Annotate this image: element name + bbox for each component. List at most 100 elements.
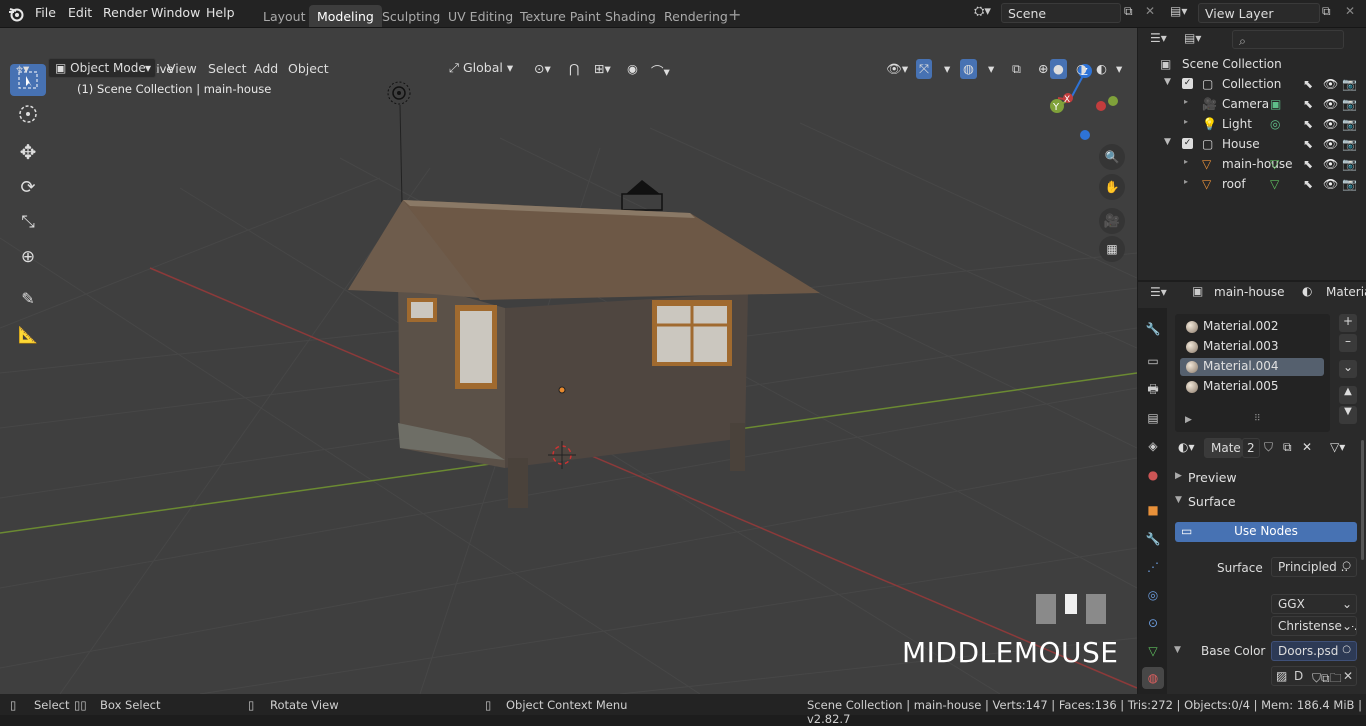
remove-material-slot-button[interactable]: – [1339,334,1357,352]
render-camera-icon[interactable]: 📷 [1342,177,1357,191]
add-workspace-icon[interactable]: + [728,5,741,24]
object-visibility-icon[interactable]: 👁▾ [880,59,914,79]
mesh-data-icon[interactable]: ▽ [1270,177,1279,191]
overlays-toggle-icon[interactable]: ◍ [960,59,977,79]
light-data-icon[interactable]: ◎ [1270,117,1280,131]
falloff-icon[interactable]: ⌒▾ [645,59,676,79]
visibility-eye-icon[interactable]: 👁 [1323,97,1338,111]
delete-scene-icon[interactable]: ✕ [1145,4,1155,18]
visibility-eye-icon[interactable]: 👁 [1323,137,1338,151]
menu-view[interactable]: View [161,59,203,79]
light-object-icon[interactable] [387,81,411,204]
material-slot-item[interactable]: Material.004 [1180,358,1324,376]
house-model[interactable] [348,200,820,508]
outliner-row-main-house[interactable]: ▸ ▽ main-house ▽ ⬉ 👁 📷 [1138,154,1366,174]
tab-modeling[interactable]: Modeling [309,5,382,27]
visibility-eye-icon[interactable]: 👁 [1323,117,1338,131]
camera-data-icon[interactable]: ▣ [1270,97,1281,111]
blender-logo-icon[interactable] [8,6,24,22]
view-layer-browse-icon[interactable]: ▤▾ [1170,4,1187,18]
outliner-row-collection[interactable]: ▼ ✓ ▢ Collection ⬉ 👁 📷 [1138,74,1366,94]
visibility-eye-icon[interactable]: 👁 [1323,177,1338,191]
expand-arrow-icon[interactable]: ▼ [1164,77,1171,87]
unlink-image-icon[interactable]: ✕ [1343,669,1353,683]
menu-edit[interactable]: Edit [68,5,92,20]
visibility-eye-icon[interactable]: 👁 [1323,157,1338,171]
object-tab-icon[interactable]: ■ [1142,499,1164,521]
editor-type-icon[interactable]: ⌖▾ [10,59,35,79]
tab-texture-paint[interactable]: Texture Paint [512,5,609,27]
outliner-scene-collection[interactable]: ▣ Scene Collection [1138,54,1366,74]
scene-tab-icon[interactable]: ◈ [1142,435,1164,457]
surface-panel-header[interactable]: ▼ Surface [1170,491,1360,513]
scene-name-field[interactable]: Scene [1001,3,1121,23]
view-layer-tab-icon[interactable]: ▤ [1142,407,1164,429]
gizmo-toggle-icon[interactable]: ⤧ [916,59,933,79]
tool-tab-icon[interactable]: 🔧 [1142,318,1164,340]
select-toggle-icon[interactable]: ⬉ [1303,97,1313,111]
display-mode-icon[interactable]: ▤▾ [1184,31,1201,45]
render-camera-icon[interactable]: 📷 [1342,157,1357,171]
select-toggle-icon[interactable]: ⬉ [1303,157,1313,171]
particles-tab-icon[interactable]: ⋰ [1142,556,1164,578]
outliner-row-light[interactable]: ▸ 💡 Light ◎ ⬉ 👁 📷 [1138,114,1366,134]
expand-arrow-icon[interactable]: ▸ [1184,157,1188,166]
delete-view-layer-icon[interactable]: ✕ [1345,4,1355,18]
measure-tool[interactable]: 📐 [10,318,46,350]
transform-orientation-select[interactable]: ⤢ Global ▾ [443,58,523,78]
outliner-editor-type-icon[interactable]: ☰▾ [1150,31,1167,45]
tab-sculpting[interactable]: Sculpting [374,5,448,27]
duplicate-material-icon[interactable]: ⧉ [1283,440,1292,455]
list-expand-icon[interactable]: ▶ [1185,415,1192,425]
select-toggle-icon[interactable]: ⬉ [1303,177,1313,191]
transform-tool[interactable]: ⊕ [10,241,46,273]
tab-shading[interactable]: Shading [597,5,664,27]
material-slot-item[interactable]: Material.005 [1180,378,1324,396]
use-nodes-button[interactable]: ▭ Use Nodes [1175,522,1357,542]
expand-arrow-icon[interactable]: ▸ [1184,177,1188,186]
new-view-layer-icon[interactable]: ⧉ [1322,4,1331,19]
zoom-view-button[interactable]: 🔍 [1099,144,1125,170]
distribution-select[interactable]: GGX ⌄ [1271,594,1357,614]
subsurface-method-select[interactable]: Christensen-... ⌄ [1271,616,1357,636]
menu-add[interactable]: Add [248,59,284,79]
list-resize-handle-icon[interactable]: ⠿ [1254,414,1261,424]
3d-viewport[interactable]: User Perspective (1) Scene Collection | … [0,28,1137,694]
base-color-expand-icon[interactable]: ▼ [1174,645,1181,655]
pivot-point-icon[interactable]: ⊙▾ [528,59,557,79]
menu-window[interactable]: Window [151,5,200,20]
move-tool[interactable]: ✥ [10,136,46,168]
gizmo-dropdown-icon[interactable]: ▾ [938,59,956,79]
surface-shader-select[interactable]: Principled .. ○ [1271,557,1357,577]
constraints-tab-icon[interactable]: ⊙ [1142,612,1164,634]
tab-uv-editing[interactable]: UV Editing [440,5,521,27]
annotate-tool[interactable]: ✎ [10,282,46,314]
render-camera-icon[interactable]: 📷 [1342,117,1357,131]
render-camera-icon[interactable]: 📷 [1342,137,1357,151]
new-scene-icon[interactable]: ⧉ [1124,4,1133,19]
material-slot-item[interactable]: Material.003 [1180,338,1324,356]
material-specials-button[interactable]: ⌄ [1339,360,1357,378]
view-layer-field[interactable]: View Layer [1198,3,1320,23]
world-tab-icon[interactable]: ● [1142,464,1164,486]
menu-select[interactable]: Select [202,59,253,79]
menu-render[interactable]: Render [103,5,148,20]
add-material-slot-button[interactable]: + [1339,314,1357,332]
material-name-field[interactable]: Mate [1204,438,1242,458]
output-tab-icon[interactable]: 🖶 [1142,379,1164,401]
perspective-toggle-button[interactable]: ▦ [1099,236,1125,262]
scene-browse-icon[interactable]: ⛭▾ [974,4,991,19]
properties-scrollbar[interactable] [1361,440,1364,560]
expand-arrow-icon[interactable]: ▸ [1184,117,1188,126]
menu-file[interactable]: File [35,5,56,20]
render-camera-icon[interactable]: 📷 [1342,97,1357,111]
outliner-row-house[interactable]: ▼ ✓ ▢ House ⬉ 👁 📷 [1138,134,1366,154]
outliner-search-input[interactable]: ⌕ [1232,30,1344,49]
select-toggle-icon[interactable]: ⬉ [1303,117,1313,131]
proportional-edit-icon[interactable]: ◉ [621,59,644,79]
cursor-tool[interactable] [10,98,46,130]
move-slot-down-button[interactable]: ▼ [1339,406,1357,424]
render-tab-icon[interactable]: ▭ [1142,350,1164,372]
exclude-checkbox[interactable]: ✓ [1182,138,1193,149]
properties-editor-type-icon[interactable]: ☰▾ [1150,285,1167,299]
